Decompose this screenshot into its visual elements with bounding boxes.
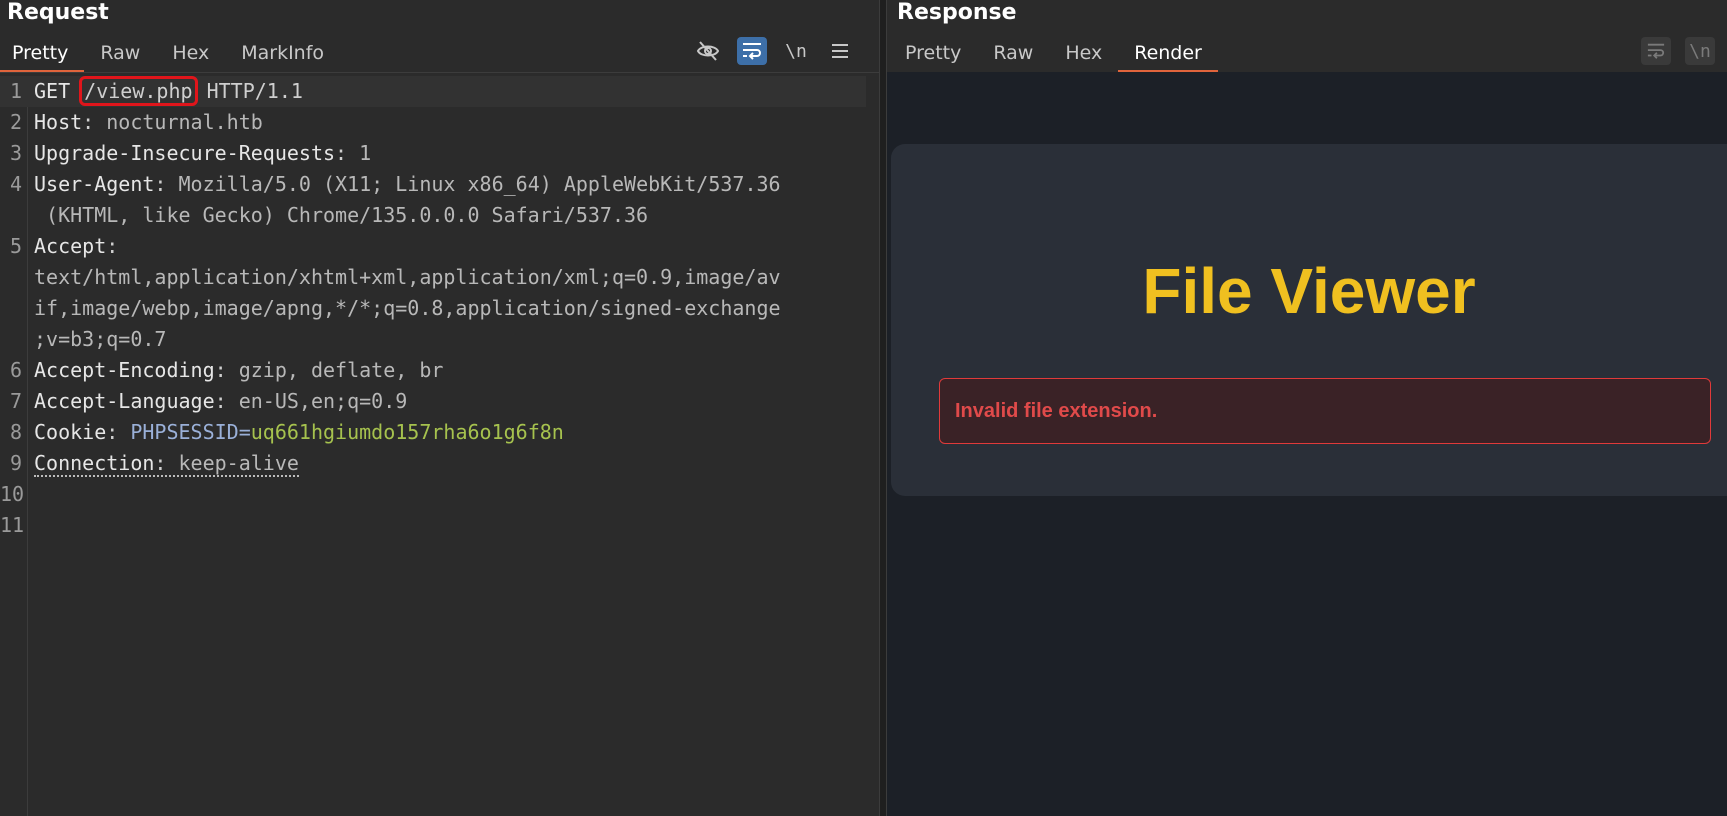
tab-divider	[0, 72, 879, 73]
wrap-icon[interactable]	[1641, 37, 1671, 65]
line-number: 5	[9, 234, 22, 258]
header-value: en-US,en;q=0.9	[238, 389, 408, 413]
tab-raw[interactable]: Raw	[977, 36, 1049, 73]
header-name: Cookie	[34, 420, 107, 444]
code-line: 6 Accept-Encoding: gzip, deflate, br	[0, 355, 879, 386]
header-name: Upgrade-Insecure-Requests	[34, 141, 336, 165]
http-protocol: HTTP/1.1	[206, 79, 303, 103]
code-line: 10	[0, 479, 879, 510]
tab-hex[interactable]: Hex	[1049, 36, 1118, 73]
line-number: 11	[0, 513, 25, 537]
header-value-cont: if,image/webp,image/apng,*/*;q=0.8,appli…	[34, 296, 781, 320]
line-number: 10	[0, 482, 25, 506]
header-name: User-Agent	[34, 172, 155, 196]
header-name: Accept	[34, 234, 107, 258]
header-value: 1	[359, 141, 372, 165]
page-heading: File Viewer	[1142, 255, 1476, 327]
http-method: GET	[34, 79, 71, 103]
header-value: gzip, deflate, br	[238, 358, 444, 382]
tab-hex[interactable]: Hex	[156, 36, 225, 73]
line-number: 9	[9, 451, 22, 475]
cookie-name: PHPSESSID	[130, 420, 239, 444]
error-alert: Invalid file extension.	[939, 378, 1711, 444]
line-number: 1	[9, 79, 22, 103]
tab-raw[interactable]: Raw	[84, 36, 156, 73]
request-pane: Request Pretty Raw Hex MarkInfo \n 1 GET…	[0, 0, 879, 816]
render-view: File Viewer Invalid file extension.	[887, 72, 1727, 816]
tab-pretty[interactable]: Pretty	[889, 36, 977, 73]
header-name: Accept-Encoding	[34, 358, 215, 382]
tab-markinfo[interactable]: MarkInfo	[225, 36, 340, 73]
request-path-highlight: /view.php	[79, 76, 198, 106]
code-line: 9 Connection: keep-alive	[0, 448, 879, 479]
code-line-wrap: ;v=b3;q=0.7	[0, 324, 879, 355]
header-value: nocturnal.htb	[106, 110, 263, 134]
line-number: 6	[9, 358, 22, 382]
pane-splitter[interactable]	[879, 0, 887, 816]
newline-icon[interactable]: \n	[1685, 37, 1715, 65]
code-line: 2 Host: nocturnal.htb	[0, 107, 879, 138]
cookie-value: uq661hgiumdo157rha6o1g6f8n	[250, 420, 564, 444]
code-line: 5 Accept:	[0, 231, 879, 262]
code-line-wrap: text/html,application/xhtml+xml,applicat…	[0, 262, 879, 293]
response-title: Response	[897, 0, 1017, 25]
header-value-cont: (KHTML, like Gecko) Chrome/135.0.0.0 Saf…	[34, 203, 649, 227]
header-name: Host	[34, 110, 83, 134]
error-message: Invalid file extension.	[955, 400, 1158, 422]
line-number: 8	[9, 420, 22, 444]
response-pane: Response Pretty Raw Hex Render \n File V…	[887, 0, 1727, 816]
header-value: text/html,application/xhtml+xml,applicat…	[34, 265, 781, 289]
line-number: 4	[9, 172, 22, 196]
tab-render[interactable]: Render	[1118, 36, 1218, 73]
header-name: Accept-Language	[34, 389, 215, 413]
newline-icon[interactable]: \n	[781, 37, 811, 65]
response-tabs: Pretty Raw Hex Render	[889, 36, 1218, 73]
line-number: 7	[9, 389, 22, 413]
wrap-icon[interactable]	[737, 37, 767, 65]
header-value: Mozilla/5.0 (X11; Linux x86_64) AppleWeb…	[178, 172, 781, 196]
eye-slash-icon[interactable]	[693, 37, 723, 65]
request-tabs: Pretty Raw Hex MarkInfo	[0, 36, 340, 73]
code-line: 8 Cookie: PHPSESSID=uq661hgiumdo157rha6o…	[0, 417, 879, 448]
header-value: keep-alive	[178, 451, 299, 475]
code-line: 3 Upgrade-Insecure-Requests: 1	[0, 138, 879, 169]
request-toolbar: \n	[693, 36, 855, 66]
request-title: Request	[7, 0, 109, 25]
header-name: Connection	[34, 451, 155, 475]
code-line: 1 GET /view.php HTTP/1.1	[0, 76, 866, 107]
header-value-cont: ;v=b3;q=0.7	[34, 327, 167, 351]
line-number: 3	[9, 141, 22, 165]
file-viewer-card: File Viewer Invalid file extension.	[891, 144, 1727, 496]
menu-icon[interactable]	[825, 37, 855, 65]
response-toolbar: \n	[1641, 36, 1715, 66]
tab-pretty[interactable]: Pretty	[0, 36, 85, 73]
request-editor[interactable]: 1 GET /view.php HTTP/1.1 2 Host: nocturn…	[0, 76, 879, 816]
code-line: 4 User-Agent: Mozilla/5.0 (X11; Linux x8…	[0, 169, 879, 200]
code-line-wrap: (KHTML, like Gecko) Chrome/135.0.0.0 Saf…	[0, 200, 879, 231]
code-line: 7 Accept-Language: en-US,en;q=0.9	[0, 386, 879, 417]
line-number: 2	[9, 110, 22, 134]
code-line-wrap: if,image/webp,image/apng,*/*;q=0.8,appli…	[0, 293, 879, 324]
code-line: 11	[0, 510, 879, 541]
